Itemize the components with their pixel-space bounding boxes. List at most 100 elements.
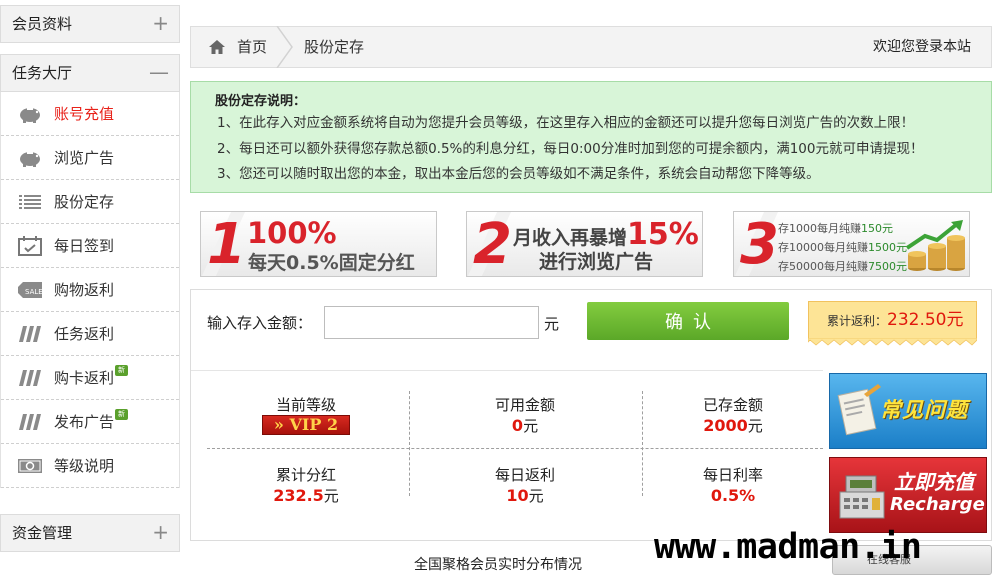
growth-coins-icon — [905, 220, 965, 271]
earnings-row: 存1000每月纯赚150元 — [778, 222, 893, 235]
sidebar-item-browse-ads[interactable]: 浏览广告 — [1, 136, 179, 180]
stat-daily-rate: 每日利率 0.5% — [628, 465, 838, 507]
list-icon — [17, 192, 43, 212]
sidebar-item-label: 每日签到 — [54, 237, 115, 255]
stat-value: 0.5% — [710, 486, 756, 505]
sidebar-section-task-hall[interactable]: 任务大厅 — — [0, 54, 180, 92]
member-distribution-caption: 全国聚格会员实时分布情况 — [414, 557, 582, 573]
banner-headline: 100% — [247, 216, 337, 250]
coins-stack-icon — [17, 412, 43, 432]
breadcrumb-current: 股份定存 — [304, 38, 365, 56]
sidebar-item-label: 购物返利 — [54, 281, 115, 299]
notice-line: 1、在此存入对应金额系统将自动为您提升会员等级，在这里存入相应的金额还可以提升您… — [217, 115, 915, 131]
new-badge: 新 — [115, 409, 129, 420]
earnings-row: 存10000每月纯赚1500元 — [778, 241, 907, 254]
task-menu: 账号充值 浏览广告 股份定存 每日签到 SALE 购物返利 任务返利 购卡返利 … — [0, 92, 180, 488]
cash-register-icon — [839, 475, 885, 519]
stat-label: 可用金额 — [494, 396, 555, 414]
deposit-unit: 元 — [544, 315, 560, 333]
sale-tag-icon: SALE — [17, 280, 43, 300]
expand-icon[interactable]: + — [152, 6, 169, 40]
stat-total-dividend: 累计分红 232.5元 — [201, 465, 411, 507]
earnings-row: 存50000每月纯赚7500元 — [778, 260, 907, 273]
breadcrumb: 首页 股份定存 欢迎您登录本站 — [190, 26, 992, 68]
sidebar-item-share-deposit[interactable]: 股份定存 — [1, 180, 179, 224]
welcome-text: 欢迎您登录本站 — [873, 39, 971, 55]
total-rebate-value: 232.50元 — [887, 310, 964, 330]
deposit-amount-label: 输入存入金额： — [207, 314, 313, 332]
stat-stored-amount: 已存金额 2000元 — [628, 395, 838, 437]
stat-value: 2000元 — [703, 416, 763, 435]
sidebar-item-post-ads[interactable]: 发布广告 新 — [1, 400, 179, 444]
stat-label: 累计分红 — [275, 466, 336, 484]
vip-level-badge: » VIP 2 — [262, 415, 350, 435]
zigzag-decoration — [808, 338, 977, 346]
recharge-button[interactable]: 立即充值 Recharge — [829, 457, 987, 533]
piggy-bank-icon — [17, 148, 43, 168]
banner-headline-percent: 15% — [627, 217, 699, 252]
promo-banner-1: 1 100% 每天0.5%固定分红 — [200, 211, 437, 277]
sidebar-section-label: 任务大厅 — [12, 64, 73, 82]
recharge-label-en: Recharge — [890, 494, 985, 515]
sidebar-item-label: 股份定存 — [54, 193, 115, 211]
collapse-icon[interactable]: — — [149, 55, 169, 89]
breadcrumb-separator-icon — [276, 26, 293, 68]
sidebar-item-card-rebate[interactable]: 购卡返利 新 — [1, 356, 179, 400]
piggy-bank-icon — [17, 104, 43, 124]
sidebar-item-label: 发布广告 — [54, 413, 115, 431]
banner-subline: 每天0.5%固定分红 — [248, 252, 415, 274]
sidebar-section-label: 会员资料 — [12, 15, 73, 33]
sidebar-section-fund-management[interactable]: 资金管理 + — [0, 514, 180, 552]
breadcrumb-home-link[interactable]: 首页 — [209, 27, 267, 67]
stat-value: 232.5元 — [273, 486, 339, 505]
deposit-panel: 输入存入金额： 元 确认 累计返利：232.50元 当前等级 » VIP 2 可… — [190, 289, 992, 541]
faq-label: 常见问题 — [880, 398, 968, 422]
stat-label: 已存金额 — [702, 396, 763, 414]
stat-current-level: 当前等级 » VIP 2 — [201, 395, 411, 435]
breadcrumb-home-label: 首页 — [237, 38, 268, 56]
deposit-notice: 股份定存说明： 1、在此存入对应金额系统将自动为您提升会员等级，在这里存入相应的… — [190, 81, 992, 193]
notice-line: 3、您还可以随时取出您的本金，取出本金后您的会员等级如不满足条件，系统会自动帮您… — [217, 166, 820, 182]
total-rebate-box: 累计返利：232.50元 — [808, 301, 977, 339]
confirm-button[interactable]: 确认 — [587, 302, 789, 340]
svg-text:SALE: SALE — [25, 288, 43, 296]
sidebar-item-label: 浏览广告 — [54, 149, 115, 167]
stat-daily-rebate: 每日返利 10元 — [420, 465, 630, 507]
banner-earnings-list: 存1000每月纯赚150元 存10000每月纯赚1500元 存50000每月纯赚… — [778, 219, 907, 276]
sidebar-item-daily-checkin[interactable]: 每日签到 — [1, 224, 179, 268]
sidebar-item-label: 购卡返利 — [54, 369, 115, 387]
new-badge: 新 — [115, 365, 129, 376]
cash-icon — [17, 456, 43, 476]
stats-divider — [207, 448, 823, 449]
notice-title: 股份定存说明： — [215, 94, 307, 109]
banner-number: 3 — [740, 212, 779, 277]
stat-value: 10元 — [506, 486, 544, 505]
sidebar-item-label: 任务返利 — [54, 325, 115, 343]
banner-number: 2 — [473, 212, 512, 277]
coins-stack-icon — [17, 324, 43, 344]
promo-banner-3: 3 存1000每月纯赚150元 存10000每月纯赚1500元 存50000每月… — [733, 211, 970, 277]
document-pen-icon — [837, 384, 881, 436]
calendar-icon — [17, 235, 43, 256]
sidebar-item-shopping-rebate[interactable]: SALE 购物返利 — [1, 268, 179, 312]
banner-subline: 进行浏览广告 — [539, 251, 654, 273]
home-icon — [209, 40, 225, 54]
deposit-amount-input[interactable] — [324, 306, 539, 339]
promo-banner-2: 2 月收入再暴增15% 进行浏览广告 — [466, 211, 703, 277]
sidebar-item-task-rebate[interactable]: 任务返利 — [1, 312, 179, 356]
notice-line: 2、每日还可以额外获得您存款总额0.5%的利息分红，每日0:00分准时加到您的可… — [217, 140, 924, 157]
sidebar-section-member-info[interactable]: 会员资料 + — [0, 5, 180, 43]
total-rebate-label: 累计返利： — [827, 314, 888, 328]
sidebar-item-label: 等级说明 — [54, 457, 115, 475]
sidebar-item-level-info[interactable]: 等级说明 — [1, 444, 179, 488]
expand-icon[interactable]: + — [152, 515, 169, 549]
stat-value: 0元 — [511, 416, 539, 435]
faq-button[interactable]: 常见问题 — [829, 373, 987, 449]
stat-label: 当前等级 — [275, 396, 336, 414]
banner-headline-text: 月收入再暴增 — [513, 227, 628, 249]
sidebar-item-account-recharge[interactable]: 账号充值 — [1, 92, 179, 136]
sidebar: 会员资料 + 任务大厅 — 账号充值 浏览广告 股份定存 每日签到 SALE 购… — [0, 0, 180, 576]
sidebar-item-label: 账号充值 — [54, 105, 115, 123]
stat-available-balance: 可用金额 0元 — [420, 395, 630, 437]
sidebar-section-label: 资金管理 — [12, 524, 73, 542]
